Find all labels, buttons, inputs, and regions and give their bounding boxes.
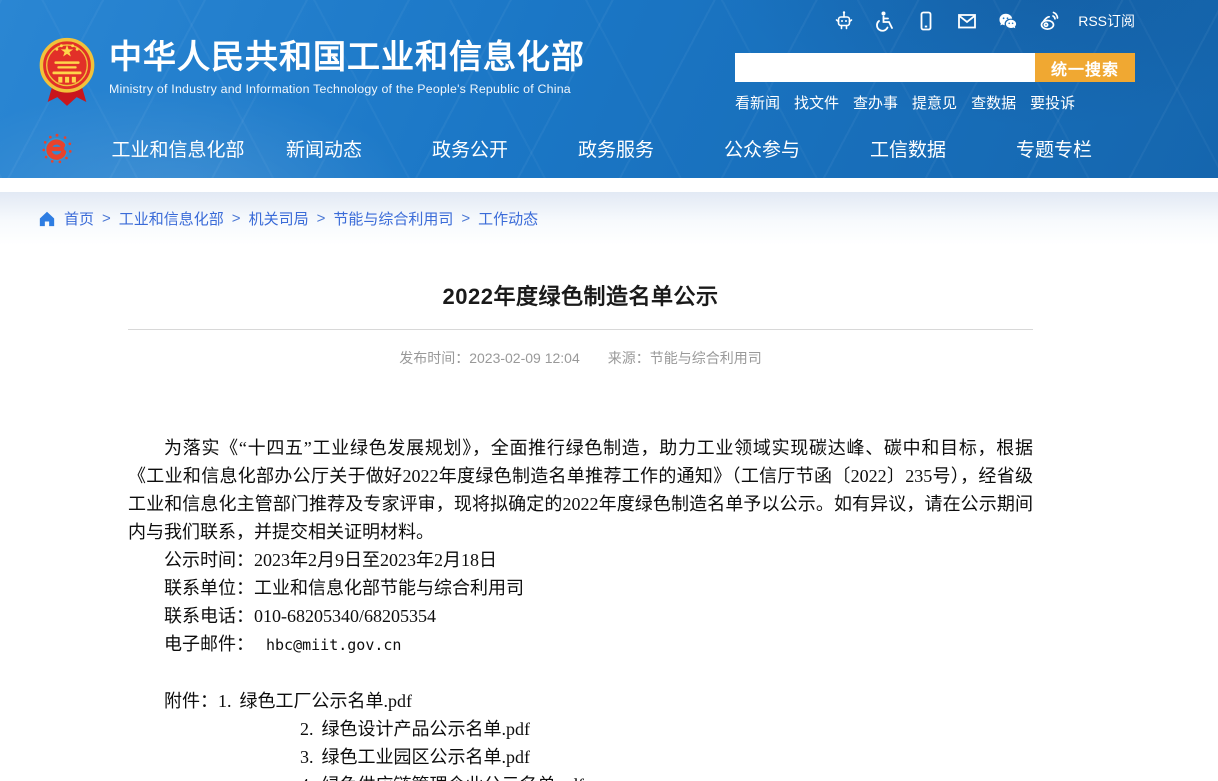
nav-item-public-participation[interactable]: 公众参与 [689,135,835,162]
public-notice-period-line: 公示时间：2023年2月9日至2023年2月18日 [128,546,1033,574]
breadcrumb-link-work-updates[interactable]: 工作动态 [478,208,538,229]
breadcrumb-separator: > [453,210,478,227]
attachment-link-green-supply-chain[interactable]: 绿色供应链管理企业公示名单.pdf [322,775,585,781]
source-label: 来源： [608,350,650,366]
attachments: 附件：1. 绿色工厂公示名单.pdf 2. 绿色设计产品公示名单.pdf 3. 绿色工… [128,687,1033,781]
breadcrumb-separator: > [309,210,334,227]
attachment-row-1: 附件：1. 绿色工厂公示名单.pdf [128,687,1033,715]
home-icon[interactable] [38,210,56,227]
accessibility-icon[interactable] [873,9,897,33]
email-link[interactable]: hbc@miit.gov.cn [266,636,401,654]
contact-unit-line: 联系单位：工业和信息化部节能与综合利用司 [128,574,1033,602]
main-nav: 工业和信息化部 新闻动态 政务公开 政务服务 公众参与 工信数据 专题专栏 [0,119,1218,178]
title-divider [128,329,1033,330]
breadcrumb-separator: > [94,210,119,227]
contact-phone-line: 联系电话：010-68205340/68205354 [128,602,1033,630]
attachment-number: 3. [300,747,314,767]
quick-link-feedback[interactable]: 提意见 [912,92,957,113]
attachment-link-green-design-products[interactable]: 绿色设计产品公示名单.pdf [322,719,531,739]
page: RSS订阅 [0,0,1218,781]
quick-link-services[interactable]: 查办事 [853,92,898,113]
site-subtitle-en: Ministry of Industry and Information Tec… [109,82,585,96]
email-label: 电子邮件： [164,634,254,654]
article-meta: 发布时间：2023-02-09 12:04 来源：节能与综合利用司 [128,348,1033,368]
source-value: 节能与综合利用司 [650,350,762,366]
attachment-number: 2. [300,719,314,739]
robot-assistant-icon[interactable] [832,9,856,33]
attachment-row-2: 2. 绿色设计产品公示名单.pdf [128,715,1033,743]
breadcrumb-link-bureaus[interactable]: 机关司局 [249,208,309,229]
quick-link-data[interactable]: 查数据 [971,92,1016,113]
mobile-icon[interactable] [914,9,938,33]
mail-icon[interactable] [955,9,979,33]
wechat-icon[interactable] [996,9,1020,33]
unified-search-button[interactable]: 统一搜索 [1035,53,1135,82]
weibo-icon[interactable] [1037,9,1061,33]
nav-item-special-topics[interactable]: 专题专栏 [981,135,1127,162]
nav-item-news[interactable]: 新闻动态 [251,135,397,162]
topbar: RSS订阅 [832,9,1135,33]
miit-swirl-logo-icon[interactable] [38,130,76,168]
brand[interactable]: 中华人民共和国工业和信息化部 Ministry of Industry and … [38,37,585,112]
attachment-number: 4. [300,775,314,781]
publish-time-value: 2023-02-09 12:04 [469,350,580,366]
nav-item-gov-services[interactable]: 政务服务 [543,135,689,162]
quick-link-news[interactable]: 看新闻 [735,92,780,113]
nav-item-miit[interactable]: 工业和信息化部 [105,135,251,162]
contact-email-line: 电子邮件： hbc@miit.gov.cn [128,630,1033,659]
attachment-link-green-industrial-parks[interactable]: 绿色工业园区公示名单.pdf [322,747,531,767]
article-paragraph: 为落实《“十四五”工业绿色发展规划》，全面推行绿色制造，助力工业领域实现碳达峰、… [128,434,1033,546]
publish-time-label: 发布时间： [399,350,469,366]
quick-link-complaint[interactable]: 要投诉 [1030,92,1075,113]
site-title[interactable]: 中华人民共和国工业和信息化部 [109,39,585,75]
quick-link-documents[interactable]: 找文件 [794,92,839,113]
attachment-row-3: 3. 绿色工业园区公示名单.pdf [128,743,1033,771]
national-emblem-icon [38,37,96,112]
breadcrumb-separator: > [224,210,249,227]
attachment-number: 1. [218,691,232,711]
search-area: 统一搜索 看新闻 找文件 查办事 提意见 查数据 要投诉 [735,53,1135,113]
header-content-gap [0,178,1218,192]
site-header: RSS订阅 [0,0,1218,178]
brand-text: 中华人民共和国工业和信息化部 Ministry of Industry and … [109,37,585,96]
nav-items: 工业和信息化部 新闻动态 政务公开 政务服务 公众参与 工信数据 专题专栏 [105,135,1127,162]
article-body: 为落实《“十四五”工业绿色发展规划》，全面推行绿色制造，助力工业领域实现碳达峰、… [128,434,1033,781]
article-title: 2022年度绿色制造名单公示 [128,279,1033,311]
nav-item-miit-data[interactable]: 工信数据 [835,135,981,162]
article: 2022年度绿色制造名单公示 发布时间：2023-02-09 12:04 来源：节… [128,279,1033,781]
attachment-row-4: 4. 绿色供应链管理企业公示名单.pdf [128,771,1033,781]
breadcrumb-link-energy-conservation-dept[interactable]: 节能与综合利用司 [333,208,453,229]
breadcrumb: 首页 > 工业和信息化部 > 机关司局 > 节能与综合利用司 > 工作动态 [0,192,1218,245]
rss-subscribe-link[interactable]: RSS订阅 [1078,11,1135,31]
search-input[interactable] [735,53,1035,82]
nav-item-gov-disclosure[interactable]: 政务公开 [397,135,543,162]
search-row: 统一搜索 [735,53,1135,82]
attachment-link-green-factory[interactable]: 绿色工厂公示名单.pdf [240,691,413,711]
breadcrumb-link-home[interactable]: 首页 [64,208,94,229]
quick-links: 看新闻 找文件 查办事 提意见 查数据 要投诉 [735,92,1135,113]
attachments-label: 附件： [164,691,218,711]
breadcrumb-link-miit[interactable]: 工业和信息化部 [119,208,224,229]
